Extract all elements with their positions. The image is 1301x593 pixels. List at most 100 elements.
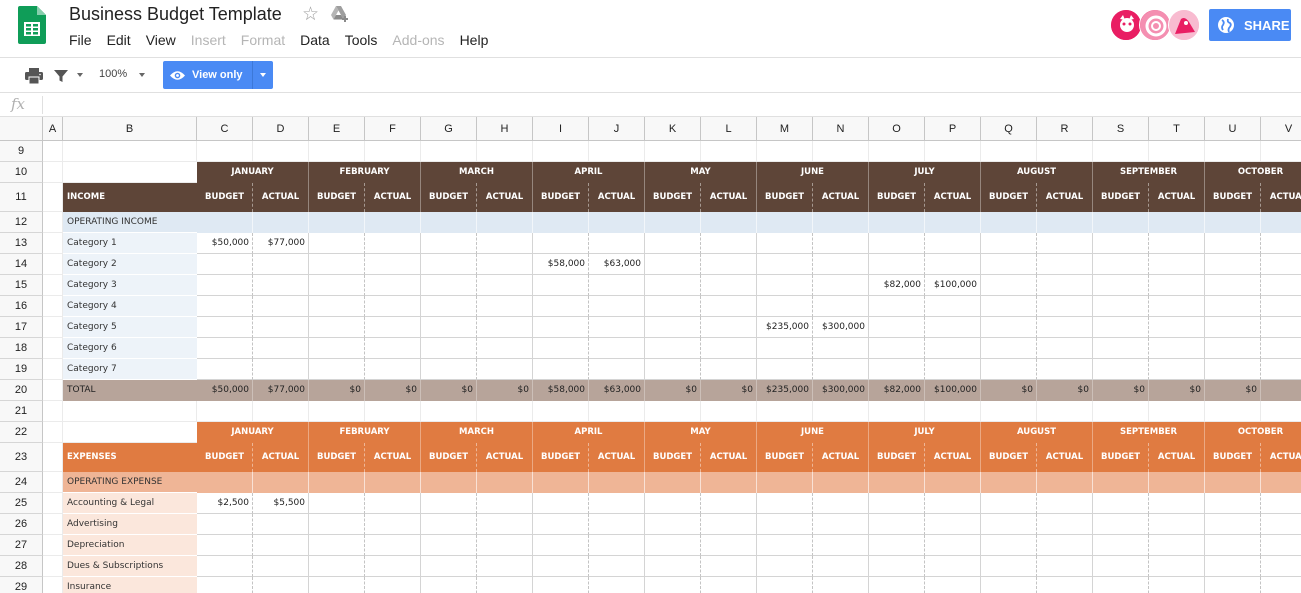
cell[interactable] xyxy=(43,380,63,401)
cell[interactable] xyxy=(1149,401,1205,422)
total-value-cell[interactable]: $0 xyxy=(1093,380,1149,401)
actual-value-cell[interactable] xyxy=(365,275,421,296)
actual-value-cell[interactable]: $63,000 xyxy=(589,254,645,275)
actual-value-cell[interactable] xyxy=(477,275,533,296)
cell[interactable] xyxy=(43,141,63,162)
actual-value-cell[interactable] xyxy=(925,338,981,359)
section-cell[interactable] xyxy=(533,212,589,233)
column-header-b[interactable]: B xyxy=(63,117,197,141)
budget-value-cell[interactable] xyxy=(197,535,253,556)
actual-subheader[interactable]: ACTUAL xyxy=(1149,443,1205,472)
category-label[interactable]: Depreciation xyxy=(63,535,197,556)
actual-value-cell[interactable] xyxy=(701,359,757,380)
row-header-29[interactable]: 29 xyxy=(0,577,43,593)
cell[interactable] xyxy=(197,401,253,422)
row-header-14[interactable]: 14 xyxy=(0,254,43,275)
budget-subheader[interactable]: BUDGET xyxy=(1205,443,1261,472)
budget-subheader[interactable]: BUDGET xyxy=(533,443,589,472)
actual-value-cell[interactable]: $100,000 xyxy=(925,275,981,296)
budget-value-cell[interactable] xyxy=(533,359,589,380)
share-button[interactable]: SHARE xyxy=(1209,9,1291,41)
actual-value-cell[interactable] xyxy=(701,493,757,514)
actual-value-cell[interactable] xyxy=(253,514,309,535)
cell[interactable] xyxy=(43,359,63,380)
cell[interactable] xyxy=(1261,401,1301,422)
budget-value-cell[interactable] xyxy=(981,577,1037,593)
budget-value-cell[interactable] xyxy=(1093,493,1149,514)
cell[interactable] xyxy=(63,162,197,183)
actual-value-cell[interactable] xyxy=(1037,254,1093,275)
cell[interactable] xyxy=(1093,401,1149,422)
avatar[interactable] xyxy=(1139,9,1171,41)
budget-subheader[interactable]: BUDGET xyxy=(197,443,253,472)
budget-subheader[interactable]: BUDGET xyxy=(645,183,701,212)
actual-value-cell[interactable] xyxy=(365,254,421,275)
total-value-cell[interactable]: $0 xyxy=(701,380,757,401)
total-value-cell[interactable]: $300,000 xyxy=(813,380,869,401)
column-header-h[interactable]: H xyxy=(477,117,533,141)
budget-value-cell[interactable] xyxy=(533,296,589,317)
column-header-q[interactable]: Q xyxy=(981,117,1037,141)
total-value-cell[interactable]: $0 xyxy=(365,380,421,401)
cell[interactable] xyxy=(1205,141,1261,162)
zoom-select[interactable]: 100% xyxy=(99,68,127,80)
column-header-n[interactable]: N xyxy=(813,117,869,141)
document-title[interactable]: Business Budget Template xyxy=(69,4,282,25)
actual-value-cell[interactable] xyxy=(1261,577,1301,593)
column-header-a[interactable]: A xyxy=(43,117,63,141)
total-value-cell[interactable]: $0 xyxy=(981,380,1037,401)
budget-value-cell[interactable] xyxy=(309,275,365,296)
expenses-section-label[interactable]: OPERATING EXPENSE xyxy=(63,472,197,493)
budget-value-cell[interactable] xyxy=(421,493,477,514)
budget-value-cell[interactable] xyxy=(981,275,1037,296)
actual-value-cell[interactable] xyxy=(253,577,309,593)
cell[interactable] xyxy=(43,556,63,577)
column-header-t[interactable]: T xyxy=(1149,117,1205,141)
budget-value-cell[interactable] xyxy=(197,296,253,317)
budget-value-cell[interactable] xyxy=(1093,254,1149,275)
section-cell[interactable] xyxy=(533,472,589,493)
category-label[interactable]: Accounting & Legal xyxy=(63,493,197,514)
budget-value-cell[interactable] xyxy=(645,577,701,593)
actual-value-cell[interactable] xyxy=(365,233,421,254)
actual-value-cell[interactable] xyxy=(589,535,645,556)
cell[interactable] xyxy=(1205,401,1261,422)
actual-value-cell[interactable] xyxy=(477,254,533,275)
budget-value-cell[interactable] xyxy=(981,233,1037,254)
budget-subheader[interactable]: BUDGET xyxy=(421,443,477,472)
actual-subheader[interactable]: ACTUAL xyxy=(813,183,869,212)
section-cell[interactable] xyxy=(981,472,1037,493)
actual-subheader[interactable]: ACTUAL xyxy=(1037,183,1093,212)
cell[interactable] xyxy=(701,401,757,422)
cell[interactable] xyxy=(869,141,925,162)
cell[interactable] xyxy=(309,141,365,162)
cell[interactable] xyxy=(757,401,813,422)
cell[interactable] xyxy=(477,141,533,162)
actual-value-cell[interactable] xyxy=(813,254,869,275)
budget-value-cell[interactable] xyxy=(981,254,1037,275)
actual-value-cell[interactable] xyxy=(701,535,757,556)
actual-value-cell[interactable] xyxy=(253,359,309,380)
section-cell[interactable] xyxy=(701,472,757,493)
cell[interactable] xyxy=(981,401,1037,422)
budget-value-cell[interactable] xyxy=(533,317,589,338)
cell[interactable] xyxy=(43,212,63,233)
cell[interactable] xyxy=(757,141,813,162)
actual-value-cell[interactable] xyxy=(1261,556,1301,577)
budget-value-cell[interactable]: $82,000 xyxy=(869,275,925,296)
section-cell[interactable] xyxy=(1205,472,1261,493)
category-label[interactable]: Category 2 xyxy=(63,254,197,275)
cell[interactable] xyxy=(813,401,869,422)
month-header[interactable]: AUGUST xyxy=(981,422,1093,443)
actual-value-cell[interactable] xyxy=(477,296,533,317)
cell[interactable] xyxy=(1261,141,1301,162)
budget-value-cell[interactable] xyxy=(869,535,925,556)
section-cell[interactable] xyxy=(981,212,1037,233)
actual-value-cell[interactable] xyxy=(477,493,533,514)
month-header[interactable]: APRIL xyxy=(533,422,645,443)
row-header-26[interactable]: 26 xyxy=(0,514,43,535)
actual-value-cell[interactable] xyxy=(925,493,981,514)
cell[interactable] xyxy=(63,401,197,422)
total-value-cell[interactable]: $0 xyxy=(1261,380,1301,401)
cell[interactable] xyxy=(253,141,309,162)
